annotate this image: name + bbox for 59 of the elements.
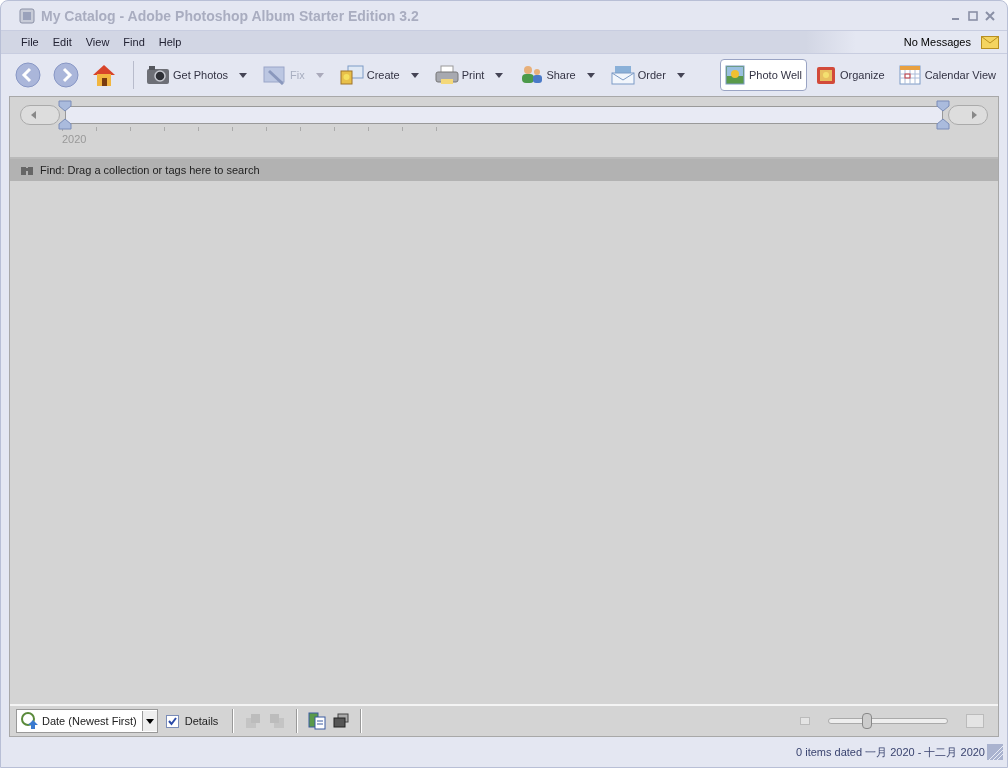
checkbox-label: Details [184, 715, 219, 727]
find-hint: Find: Drag a collection or tags here to search [40, 164, 260, 176]
close-icon[interactable] [985, 10, 995, 21]
resize-grip-icon[interactable] [987, 744, 1003, 760]
home-icon[interactable] [91, 62, 117, 88]
status-text: 0 items dated 一月 2020 - 十二月 2020 [796, 744, 985, 760]
small-thumbnail-icon[interactable] [800, 717, 810, 725]
forward-icon[interactable] [53, 62, 79, 88]
caret-icon [239, 72, 248, 78]
scroll-right-icon[interactable] [948, 105, 988, 125]
photo-document-icon[interactable] [308, 712, 327, 730]
slideshow-icon[interactable] [332, 712, 351, 730]
caret-icon [495, 72, 504, 78]
maximize-icon[interactable] [968, 10, 978, 21]
toolbar-button[interactable]: Share [515, 63, 599, 87]
menu-item[interactable]: File [21, 36, 39, 48]
back-icon[interactable] [15, 62, 41, 88]
toolbar-button[interactable]: Print [430, 63, 508, 87]
scroll-left-icon[interactable] [20, 105, 60, 125]
flower-photo-icon [725, 65, 745, 85]
caret-icon [315, 72, 324, 78]
large-thumbnail-icon[interactable] [966, 714, 984, 728]
window-title: My Catalog - Adobe Photoshop Album Starter Edition 3.2 [41, 7, 419, 24]
toolbar-button[interactable]: Order [606, 63, 689, 87]
range-handle[interactable] [58, 100, 72, 130]
menu-item[interactable]: Find [123, 36, 145, 48]
envelope-icon[interactable] [981, 35, 999, 49]
menu-item[interactable]: View [85, 36, 110, 48]
view-tab[interactable]: Calendar View [893, 59, 1001, 91]
timeline-track[interactable] [58, 100, 950, 130]
calendar-icon [898, 65, 921, 85]
brush-picture-icon [263, 65, 288, 85]
toolbar-button[interactable]: Create [335, 63, 423, 87]
checkbox[interactable] [165, 714, 179, 728]
view-tab[interactable]: Photo Well [720, 59, 807, 91]
sort-dropdown[interactable]: Date (Newest First) [16, 709, 158, 733]
binoculars-icon [20, 164, 34, 176]
slider-thumb[interactable] [862, 713, 873, 729]
pictures-icon [339, 65, 364, 85]
caret-icon [410, 72, 419, 78]
year-label: 2020 [62, 133, 87, 145]
clock-arrow-icon [21, 712, 39, 730]
people-icon [519, 65, 544, 85]
app-icon [19, 7, 35, 24]
rotate-left-icon[interactable] [244, 712, 263, 730]
caret-icon [586, 72, 595, 78]
flower-frame-icon [816, 65, 836, 85]
rotate-right-icon[interactable] [268, 712, 287, 730]
range-handle[interactable] [936, 100, 950, 130]
menu-item[interactable]: Edit [52, 36, 72, 48]
envelope-photos-icon [610, 65, 635, 85]
menu-item[interactable]: Help [158, 36, 182, 48]
messages-label: No Messages [903, 36, 971, 48]
printer-icon [434, 65, 459, 85]
view-tab[interactable]: Organize [811, 59, 890, 91]
camera-icon [146, 65, 170, 85]
toolbar-button[interactable]: Get Photos [142, 63, 252, 87]
caret-icon [676, 72, 685, 78]
caret-icon [145, 718, 154, 724]
